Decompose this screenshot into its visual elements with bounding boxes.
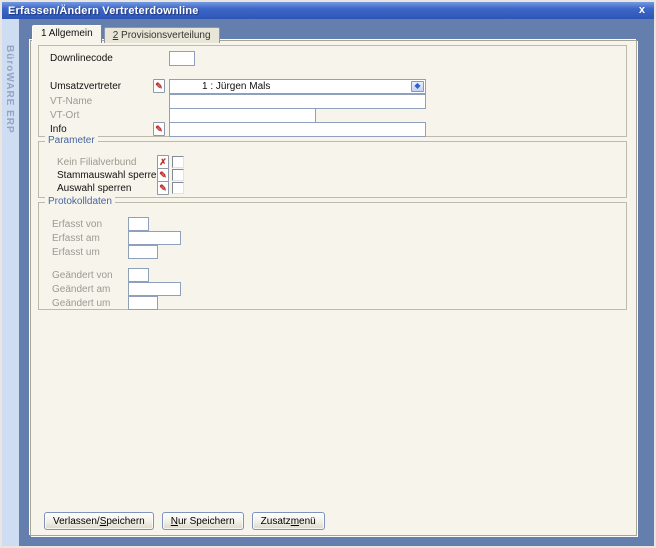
- tab-allgemein[interactable]: 1 Allgemein: [32, 25, 102, 43]
- tab-strip: 1 Allgemein 2 Provisionsverteilung: [32, 23, 222, 41]
- edit-pencil-icon[interactable]: ✎: [157, 181, 169, 195]
- info-input[interactable]: [169, 122, 426, 137]
- kein-filialverbund-label: Kein Filialverbund: [57, 157, 157, 168]
- parameter-groupbox: Parameter Kein Filialverbund ✗ Stammausw…: [38, 141, 627, 198]
- erfasst-um-row: Erfasst um: [52, 245, 158, 259]
- kein-filialverbund-row: Kein Filialverbund ✗: [57, 155, 184, 169]
- downlinecode-row: Downlinecode: [50, 50, 620, 66]
- auswahl-sperren-row: Auswahl sperren ✎: [57, 181, 184, 195]
- parameter-legend: Parameter: [45, 135, 98, 146]
- zusatzmenue-button[interactable]: Zusatzmenü: [252, 512, 325, 530]
- erfasst-von-input[interactable]: [128, 217, 149, 231]
- erfasst-am-input[interactable]: [128, 231, 181, 245]
- stammauswahl-sperren-checkbox[interactable]: [172, 169, 184, 181]
- umsatzvertreter-select[interactable]: 1 : Jürgen Mals ◆: [169, 79, 426, 94]
- info-row: Info ✎: [50, 121, 620, 137]
- erfasst-um-label: Erfasst um: [52, 247, 128, 258]
- geaendert-von-label: Geändert von: [52, 270, 128, 281]
- erfasst-von-label: Erfasst von: [52, 219, 128, 230]
- vt-ort-label: VT-Ort: [50, 110, 153, 121]
- erfasst-um-input[interactable]: [128, 245, 158, 259]
- geaendert-um-input[interactable]: [128, 296, 158, 310]
- geaendert-am-label: Geändert am: [52, 284, 128, 295]
- geaendert-von-input[interactable]: [128, 268, 149, 282]
- info-label: Info: [50, 124, 153, 135]
- tab-page-allgemein: Downlinecode Umsatzvertreter ✎ 1 : Jürge…: [30, 40, 637, 536]
- downlinecode-label: Downlinecode: [50, 53, 153, 64]
- title-bar: Erfassen/Ändern Vertreterdownline x: [2, 2, 654, 19]
- erfasst-von-row: Erfasst von: [52, 217, 149, 231]
- auswahl-sperren-checkbox[interactable]: [172, 182, 184, 194]
- window-title: Erfassen/Ändern Vertreterdownline: [8, 5, 199, 17]
- icon-slot: ✎: [153, 122, 169, 136]
- erfasst-am-label: Erfasst am: [52, 233, 128, 244]
- stammauswahl-sperren-label: Stammauswahl sperren: [57, 170, 157, 181]
- stammauswahl-sperren-row: Stammauswahl sperren ✎: [57, 168, 184, 182]
- edit-pencil-icon[interactable]: ✎: [153, 79, 165, 93]
- dialog-window: Erfassen/Ändern Vertreterdownline x Büro…: [0, 0, 656, 548]
- icon-slot: ✎: [153, 79, 169, 93]
- edit-pencil-icon[interactable]: ✎: [153, 122, 165, 136]
- brand-banner: BüroWARE ERP: [2, 19, 19, 546]
- close-icon[interactable]: x: [636, 5, 648, 16]
- verlassen-speichern-button[interactable]: Verlassen/Speichern: [44, 512, 154, 530]
- kein-filialverbund-checkbox[interactable]: [172, 156, 184, 168]
- brand-text: BüroWARE ERP: [4, 45, 15, 134]
- dropdown-spinner-icon[interactable]: ◆: [411, 81, 424, 92]
- tab-provisionsverteilung[interactable]: 2 Provisionsverteilung: [104, 27, 220, 43]
- edit-pencil-icon[interactable]: ✎: [157, 168, 169, 182]
- auswahl-sperren-label: Auswahl sperren: [57, 183, 157, 194]
- downlinecode-input[interactable]: [169, 51, 195, 66]
- geaendert-am-row: Geändert am: [52, 282, 181, 296]
- nur-speichern-button[interactable]: Nur Speichern: [162, 512, 244, 530]
- umsatzvertreter-value: 1 : Jürgen Mals: [170, 81, 270, 92]
- button-row: Verlassen/Speichern Nur Speichern Zusatz…: [44, 512, 325, 530]
- erfasst-am-row: Erfasst am: [52, 231, 181, 245]
- geaendert-um-row: Geändert um: [52, 296, 158, 310]
- geaendert-am-input[interactable]: [128, 282, 181, 296]
- umsatzvertreter-row: Umsatzvertreter ✎ 1 : Jürgen Mals ◆: [50, 78, 620, 94]
- geaendert-von-row: Geändert von: [52, 268, 149, 282]
- protokolldaten-legend: Protokolldaten: [45, 196, 115, 207]
- protokolldaten-groupbox: Protokolldaten Erfasst von Erfasst am Er…: [38, 202, 627, 310]
- umsatzvertreter-label: Umsatzvertreter: [50, 81, 153, 92]
- edit-x-icon[interactable]: ✗: [157, 155, 169, 169]
- vt-name-label: VT-Name: [50, 96, 153, 107]
- general-groupbox: Downlinecode Umsatzvertreter ✎ 1 : Jürge…: [38, 45, 627, 137]
- dialog-client-area: 1 Allgemein 2 Provisionsverteilung Downl…: [19, 19, 654, 546]
- geaendert-um-label: Geändert um: [52, 298, 128, 309]
